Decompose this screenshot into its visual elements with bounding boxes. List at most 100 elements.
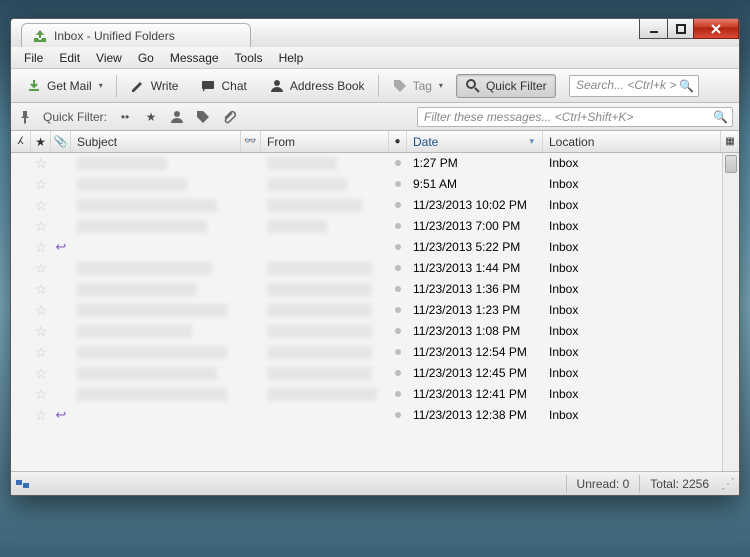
star-outline-icon: ☆ <box>35 155 48 172</box>
menu-file[interactable]: File <box>17 49 50 67</box>
star-icon[interactable]: ★ <box>143 109 159 125</box>
from-cell <box>261 174 389 194</box>
location-cell: Inbox <box>543 321 722 341</box>
menu-go[interactable]: Go <box>131 49 161 67</box>
pin-icon[interactable] <box>17 109 33 125</box>
star-cell[interactable]: ☆ <box>31 279 51 299</box>
attachment-icon[interactable] <box>221 109 237 125</box>
thread-cell <box>11 279 31 299</box>
tab-inbox[interactable]: Inbox - Unified Folders <box>21 23 251 47</box>
star-cell[interactable]: ☆ <box>31 258 51 278</box>
attachment-cell <box>51 384 71 404</box>
resize-grip[interactable]: ⋰ <box>721 475 735 492</box>
read-cell <box>241 174 261 194</box>
message-row[interactable]: ☆ ↩ 11/23/2013 5:22 PM Inbox <box>11 237 722 258</box>
status-dot-icon <box>395 412 401 418</box>
message-row[interactable]: ☆ ↩ 11/23/2013 12:38 PM Inbox <box>11 405 722 426</box>
maximize-button[interactable] <box>667 19 693 39</box>
message-row[interactable]: ☆ 11/23/2013 1:23 PM Inbox <box>11 300 722 321</box>
attachment-cell <box>51 363 71 383</box>
app-menu-button[interactable] <box>707 75 733 97</box>
star-cell[interactable]: ☆ <box>31 342 51 362</box>
flame-icon: ● <box>394 136 400 147</box>
from-cell <box>261 216 389 236</box>
quick-filter-input[interactable]: Filter these messages... <Ctrl+Shift+K> … <box>417 107 733 127</box>
message-row[interactable]: ☆ 11/23/2013 1:08 PM Inbox <box>11 321 722 342</box>
status-cell <box>389 153 407 173</box>
contact-icon[interactable] <box>169 109 185 125</box>
star-cell[interactable]: ☆ <box>31 174 51 194</box>
star-cell[interactable]: ☆ <box>31 384 51 404</box>
message-row[interactable]: ☆ 11/23/2013 1:36 PM Inbox <box>11 279 722 300</box>
date-cell: 11/23/2013 1:08 PM <box>407 321 543 341</box>
star-cell[interactable]: ☆ <box>31 195 51 215</box>
column-status[interactable]: ● <box>389 131 407 152</box>
column-picker-button[interactable]: ▦ <box>721 131 739 152</box>
tag-icon[interactable] <box>195 109 211 125</box>
chevron-down-icon: ▾ <box>99 81 103 90</box>
message-row[interactable]: ☆ 11/23/2013 12:54 PM Inbox <box>11 342 722 363</box>
column-thread[interactable]: ⵃ <box>11 131 31 152</box>
quick-filter-toggle[interactable]: Quick Filter <box>456 74 556 98</box>
star-cell[interactable]: ☆ <box>31 216 51 236</box>
subject-cell <box>71 216 241 236</box>
subject-cell <box>71 237 241 257</box>
column-star[interactable]: ★ <box>31 131 51 152</box>
chevron-down-icon: ▾ <box>439 81 443 90</box>
star-cell[interactable]: ☆ <box>31 321 51 341</box>
star-outline-icon: ☆ <box>35 281 48 298</box>
read-cell <box>241 300 261 320</box>
address-book-button[interactable]: Address Book <box>260 74 374 98</box>
menu-message[interactable]: Message <box>163 49 226 67</box>
message-row[interactable]: ☆ 1:27 PM Inbox <box>11 153 722 174</box>
tag-icon <box>392 78 408 94</box>
menu-view[interactable]: View <box>89 49 129 67</box>
message-row[interactable]: ☆ 11/23/2013 12:45 PM Inbox <box>11 363 722 384</box>
status-cell <box>389 195 407 215</box>
status-dot-icon <box>395 328 401 334</box>
tag-button[interactable]: Tag ▾ <box>383 74 452 98</box>
global-search-input[interactable]: Search... <Ctrl+k > 🔍 <box>569 75 699 97</box>
column-read[interactable]: 👓 <box>241 131 261 152</box>
status-dot-icon <box>395 181 401 187</box>
message-row[interactable]: ☆ 11/23/2013 10:02 PM Inbox <box>11 195 722 216</box>
column-location[interactable]: Location <box>543 131 721 152</box>
menu-tools[interactable]: Tools <box>228 49 270 67</box>
thread-icon: ⵃ <box>17 136 23 147</box>
message-row[interactable]: ☆ 9:51 AM Inbox <box>11 174 722 195</box>
star-cell[interactable]: ☆ <box>31 405 51 425</box>
star-cell[interactable]: ☆ <box>31 153 51 173</box>
status-cell <box>389 216 407 236</box>
main-toolbar: Get Mail ▾ Write Chat Address Book Tag ▾… <box>11 69 739 103</box>
read-cell <box>241 153 261 173</box>
column-attachment[interactable]: 📎 <box>51 131 71 152</box>
column-from[interactable]: From <box>261 131 389 152</box>
status-total: Total: 2256 <box>639 475 719 493</box>
write-button[interactable]: Write <box>121 74 188 98</box>
attachment-cell <box>51 258 71 278</box>
unread-dot-icon[interactable]: •• <box>117 109 133 125</box>
star-cell[interactable]: ☆ <box>31 237 51 257</box>
star-cell[interactable]: ☆ <box>31 300 51 320</box>
scrollbar[interactable] <box>722 153 739 471</box>
close-button[interactable] <box>693 19 739 39</box>
activity-icon[interactable] <box>15 476 31 492</box>
date-cell: 11/23/2013 5:22 PM <box>407 237 543 257</box>
star-cell[interactable]: ☆ <box>31 363 51 383</box>
get-mail-button[interactable]: Get Mail ▾ <box>17 74 112 98</box>
scrollbar-thumb[interactable] <box>725 155 737 173</box>
thread-cell <box>11 321 31 341</box>
message-row[interactable]: ☆ 11/23/2013 1:44 PM Inbox <box>11 258 722 279</box>
from-cell <box>261 342 389 362</box>
menu-help[interactable]: Help <box>272 49 311 67</box>
column-date[interactable]: Date ▾ <box>407 131 543 152</box>
message-row[interactable]: ☆ 11/23/2013 12:41 PM Inbox <box>11 384 722 405</box>
message-row[interactable]: ☆ 11/23/2013 7:00 PM Inbox <box>11 216 722 237</box>
minimize-button[interactable] <box>639 19 667 39</box>
status-dot-icon <box>395 223 401 229</box>
app-window: Inbox - Unified Folders ▾ File Edit View… <box>10 18 740 496</box>
menu-edit[interactable]: Edit <box>52 49 87 67</box>
column-subject[interactable]: Subject <box>71 131 241 152</box>
chat-button[interactable]: Chat <box>191 74 255 98</box>
separator <box>116 75 117 97</box>
